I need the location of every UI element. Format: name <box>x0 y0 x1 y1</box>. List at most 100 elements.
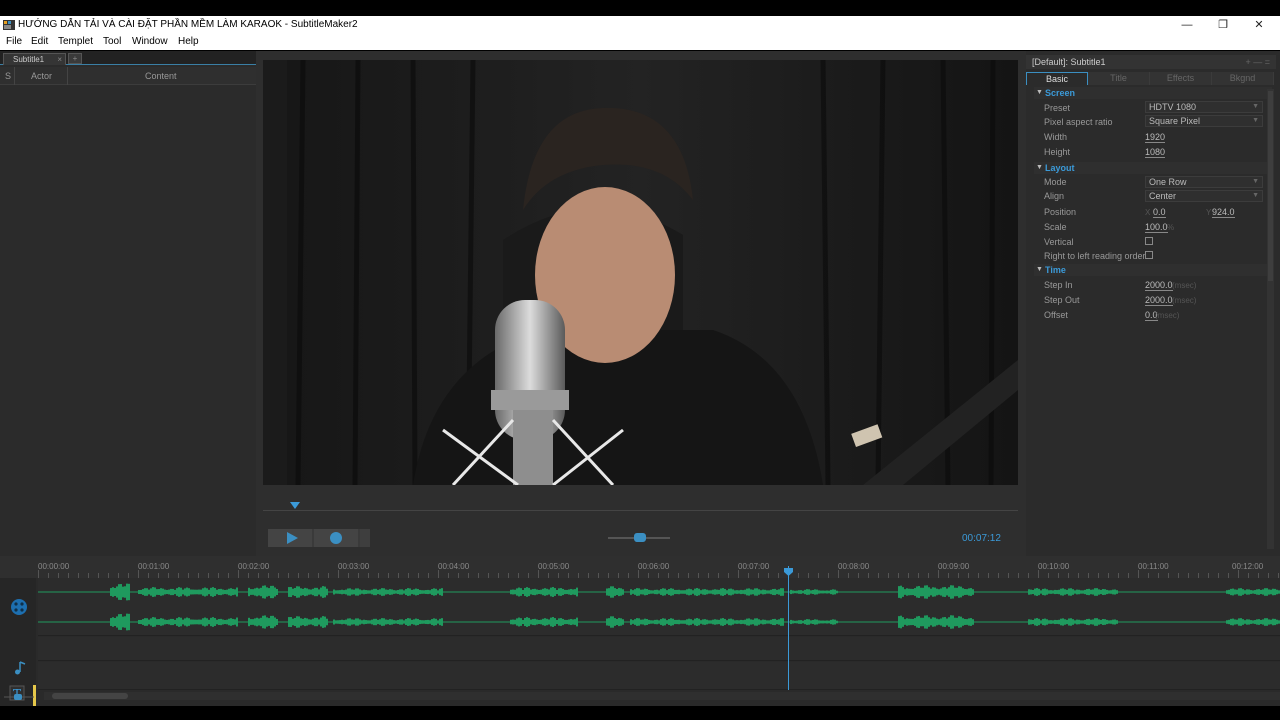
waveform-bar <box>648 619 650 625</box>
record-icon <box>330 532 342 544</box>
waveform-bar <box>536 619 538 625</box>
waveform-bar <box>435 588 437 596</box>
chevron-down-icon: ▼ <box>1252 117 1259 124</box>
pixel-aspect-dropdown[interactable]: Square Pixel ▼ <box>1145 115 1263 127</box>
waveform-bar <box>768 590 770 594</box>
waveform-bar <box>944 587 946 597</box>
waveform-bar <box>690 619 692 625</box>
play-button[interactable] <box>268 529 312 547</box>
waveform-bar <box>696 588 698 596</box>
zoom-slider-icon[interactable] <box>4 692 34 702</box>
rtl-checkbox[interactable] <box>1145 251 1153 259</box>
waveform-bar <box>371 619 373 625</box>
menu-templet[interactable]: Templet <box>58 36 93 47</box>
tab-bkgnd[interactable]: Bkgnd <box>1212 72 1274 85</box>
subtitle-track[interactable] <box>38 662 1280 690</box>
timeline-ruler[interactable]: 00:00:00 00:01:00 00:02:00 00:03:00 00:04:00… <box>0 556 1280 578</box>
position-y-field[interactable]: 924.0 <box>1212 207 1235 218</box>
scale-field[interactable]: 100.0 <box>1145 222 1168 233</box>
scrollbar-thumb[interactable] <box>1268 91 1273 281</box>
music-track[interactable] <box>38 637 1280 661</box>
waveform-bar <box>754 618 756 626</box>
transport-extra-button[interactable] <box>360 529 370 547</box>
waveform-bar <box>347 618 349 626</box>
section-time[interactable]: ▼ Time <box>1034 264 1272 276</box>
waveform-bar <box>379 589 381 595</box>
waveform-bar <box>435 618 437 626</box>
menu-bar: File Edit Templet Tool Window Help <box>0 34 1280 50</box>
waveform-bar <box>1060 588 1062 596</box>
marker-icon[interactable] <box>290 500 300 510</box>
waveform-bar <box>196 589 198 595</box>
align-dropdown[interactable]: Center ▼ <box>1145 190 1263 202</box>
waveform-bar <box>1274 588 1276 596</box>
waveform-bar <box>736 590 738 594</box>
waveform-bar <box>172 588 174 596</box>
menu-edit[interactable]: Edit <box>31 36 48 47</box>
step-in-field[interactable]: 2000.0 <box>1145 280 1173 291</box>
waveform-bar <box>387 589 389 595</box>
column-content[interactable]: Content <box>145 71 177 81</box>
playhead[interactable] <box>788 566 789 690</box>
step-out-field[interactable]: 2000.0 <box>1145 295 1173 306</box>
waveform-bar <box>1226 620 1228 624</box>
waveform-bar <box>415 588 417 596</box>
timeline-hscrollbar[interactable] <box>44 692 1280 700</box>
waveform-bar <box>114 587 116 597</box>
video-audio-track[interactable] <box>38 578 1280 636</box>
playhead-handle-icon[interactable] <box>784 568 793 576</box>
preset-dropdown[interactable]: HDTV 1080 ▼ <box>1145 101 1263 113</box>
waveform-bar <box>564 619 566 625</box>
tab-close-icon[interactable]: × <box>57 54 62 65</box>
menu-file[interactable]: File <box>6 36 22 47</box>
waveform-bar <box>968 588 970 596</box>
chevron-down-icon: ▼ <box>1252 178 1259 185</box>
column-actor[interactable]: Actor <box>31 71 52 81</box>
volume-slider[interactable] <box>608 533 670 542</box>
waveform-bar <box>349 618 351 626</box>
waveform-bar <box>524 617 526 627</box>
column-s[interactable]: S <box>5 71 11 81</box>
volume-slider-knob[interactable] <box>634 533 647 542</box>
add-tab-button[interactable]: + <box>68 53 82 64</box>
waveform-bar <box>738 590 740 594</box>
width-field[interactable]: 1920 <box>1145 132 1166 143</box>
header-controls[interactable]: + — = <box>1245 55 1270 69</box>
waveform-bar <box>1262 589 1264 595</box>
record-button[interactable] <box>314 529 358 547</box>
waveform-bar <box>714 619 716 625</box>
waveform-bar <box>542 588 544 596</box>
waveform-bar <box>128 613 130 631</box>
waveform-bar <box>405 619 407 625</box>
menu-window[interactable]: Window <box>132 36 168 47</box>
close-button[interactable]: ✕ <box>1244 17 1274 33</box>
preview-ruler[interactable] <box>263 497 1018 511</box>
waveform-bar <box>776 619 778 625</box>
tab-basic[interactable]: Basic <box>1026 72 1088 85</box>
height-field[interactable]: 1080 <box>1145 147 1166 158</box>
tab-title[interactable]: Title <box>1088 72 1150 85</box>
waveform-bar <box>668 589 670 595</box>
menu-help[interactable]: Help <box>178 36 199 47</box>
waveform-bar <box>1058 589 1060 595</box>
menu-tool[interactable]: Tool <box>103 36 121 47</box>
position-x-field[interactable]: 0.0 <box>1153 207 1166 218</box>
timeline-tick <box>438 570 439 578</box>
vertical-checkbox[interactable] <box>1145 237 1153 245</box>
mode-dropdown[interactable]: One Row ▼ <box>1145 176 1263 188</box>
properties-scrollbar[interactable] <box>1267 89 1274 549</box>
waveform-bar <box>648 589 650 595</box>
scrollbar-thumb[interactable] <box>52 693 128 699</box>
waveform-bar <box>912 618 914 626</box>
minimize-button[interactable]: — <box>1172 17 1202 33</box>
waveform-bar <box>812 619 814 625</box>
tab-effects[interactable]: Effects <box>1150 72 1212 85</box>
section-screen[interactable]: ▼ Screen <box>1034 87 1272 99</box>
section-layout[interactable]: ▼ Layout <box>1034 162 1272 174</box>
tab-subtitle1[interactable]: Subtitle1 × <box>3 53 66 65</box>
waveform-bar <box>828 590 830 594</box>
waveform-bar <box>798 590 800 594</box>
restore-button[interactable]: ❐ <box>1208 17 1238 33</box>
waveform-bar <box>756 618 758 626</box>
waveform-bar <box>361 620 363 624</box>
